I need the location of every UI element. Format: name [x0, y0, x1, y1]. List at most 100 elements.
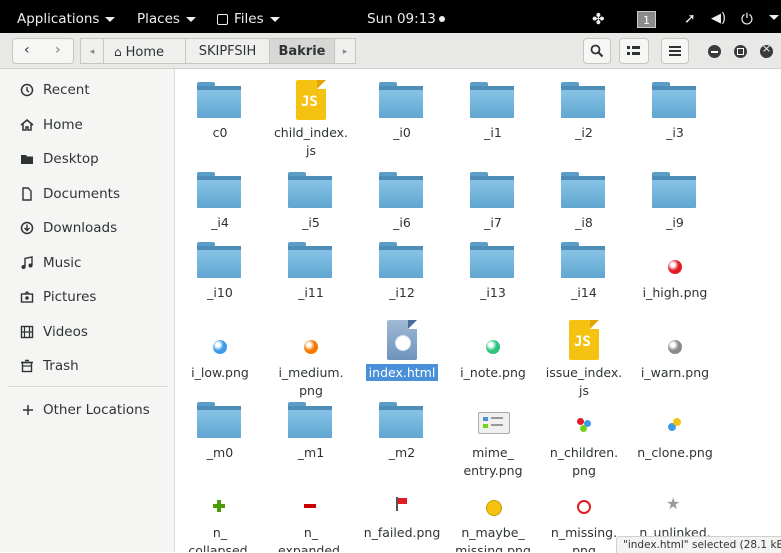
back-button[interactable]: ‹ — [24, 42, 30, 58]
sidebar-item-trash[interactable]: Trash — [0, 351, 175, 381]
folder-graphic — [379, 242, 423, 278]
view-toggle-button[interactable] — [619, 38, 649, 64]
file-name-text: i_high.png — [642, 285, 708, 300]
html-file-icon — [357, 314, 447, 362]
sidebar-item-label: Documents — [43, 186, 120, 202]
applications-label: Applications — [17, 11, 100, 27]
sidebar-item-desktop[interactable]: Desktop — [0, 144, 175, 174]
pictures-icon — [20, 291, 34, 303]
file-name-text: _i4 — [211, 215, 229, 230]
plus-icon — [175, 474, 265, 522]
sidebar-item-music[interactable]: Music — [0, 248, 175, 278]
folder-graphic — [379, 82, 423, 118]
sidebar-divider — [8, 386, 168, 387]
maybe-icon — [448, 474, 538, 522]
breadcrumb-bakrie[interactable]: Bakrie — [269, 38, 335, 64]
trash-icon — [21, 359, 33, 373]
sidebar-item-other-locations[interactable]: Other Locations — [0, 395, 175, 425]
search-button[interactable] — [583, 38, 611, 64]
breadcrumb-home[interactable]: ⌂ Home — [103, 38, 186, 64]
sidebar-item-pictures[interactable]: Pictures — [0, 282, 175, 312]
path-scroll-left-button[interactable]: ◂ — [80, 38, 104, 64]
image-icon — [630, 234, 720, 282]
power-icon[interactable]: ⏻ — [741, 0, 753, 33]
accessibility-icon[interactable]: ✤ — [592, 0, 605, 33]
file-name-text: _m2 — [388, 445, 416, 460]
folder-graphic — [561, 242, 605, 278]
folder-icon — [539, 164, 629, 212]
plus-icon — [23, 405, 33, 415]
image-graphic — [304, 504, 316, 508]
sidebar: Recent Home Desktop Documents Downloads … — [0, 69, 175, 552]
volume-icon[interactable]: ◀) — [711, 0, 726, 33]
clock[interactable]: Sun 09:13 — [367, 0, 445, 33]
desktop-icon — [21, 155, 33, 164]
image-graphic — [577, 500, 591, 514]
folder-graphic — [197, 242, 241, 278]
video-icon — [20, 325, 34, 339]
children-icon — [539, 394, 629, 442]
folder-graphic — [379, 402, 423, 438]
file-name-text: child_index. js — [273, 125, 349, 158]
sidebar-item-videos[interactable]: Videos — [0, 317, 175, 347]
file-name-label: n_failed.png — [357, 524, 447, 542]
folder-icon — [448, 74, 538, 122]
file-name-label: i_warn.png — [630, 364, 720, 382]
breadcrumb-skipfsih[interactable]: SKIPFSIH — [185, 38, 270, 64]
file-name-label: n_maybe_ missing.png — [448, 524, 538, 552]
path-scroll-right-button[interactable]: ▸ — [334, 38, 356, 64]
folder-graphic — [288, 242, 332, 278]
file-name-text: _i6 — [393, 215, 411, 230]
home-icon: ⌂ — [114, 45, 122, 59]
file-name-label: _i9 — [630, 214, 720, 232]
file-grid: c0 JS child_index. js _i0 _i1 _i2 _i3 _i4 _i5 _i6… — [175, 69, 781, 552]
file-name-label: _m0 — [175, 444, 265, 462]
minimize-button[interactable] — [708, 45, 721, 58]
file-name-label: _m1 — [266, 444, 356, 462]
places-menu[interactable]: Places — [137, 0, 196, 33]
chevron-down-icon — [269, 16, 280, 22]
sidebar-item-home[interactable]: Home — [0, 110, 175, 140]
breadcrumb-label: Bakrie — [278, 44, 326, 59]
file-name-text: c0 — [212, 125, 228, 140]
clock-label: Sun 09:13 — [367, 11, 436, 27]
chevron-down-icon — [105, 16, 116, 22]
file-name-label: _i11 — [266, 284, 356, 302]
file-name-label: _i5 — [266, 214, 356, 232]
sidebar-item-documents[interactable]: Documents — [0, 179, 175, 209]
file-name-text: _i7 — [484, 215, 502, 230]
sidebar-item-label: Desktop — [43, 151, 99, 167]
folder-icon — [539, 234, 629, 282]
file-name-text: _i9 — [666, 215, 684, 230]
folder-icon — [630, 74, 720, 122]
forward-button[interactable]: › — [55, 42, 61, 58]
folder-graphic — [561, 172, 605, 208]
folder-icon — [448, 164, 538, 212]
close-button[interactable]: × — [760, 42, 773, 58]
folder-icon — [539, 74, 629, 122]
javascript-file-icon: JS — [539, 314, 629, 362]
maximize-button[interactable] — [734, 45, 747, 58]
clock-icon — [20, 83, 34, 97]
folder-icon — [175, 74, 265, 122]
files-app-menu[interactable]: Files — [217, 0, 280, 33]
network-icon[interactable]: ➚ — [684, 0, 696, 33]
search-icon — [590, 44, 604, 58]
folder-icon — [630, 164, 720, 212]
sidebar-item-recent[interactable]: Recent — [0, 75, 175, 105]
folder-icon — [175, 164, 265, 212]
file-name-label: _i6 — [357, 214, 447, 232]
file-name-label: i_low.png — [175, 364, 265, 382]
workspace-indicator[interactable]: 1 — [637, 11, 656, 28]
applications-menu[interactable]: Applications — [17, 0, 116, 33]
sidebar-item-label: Other Locations — [43, 402, 150, 418]
file-name-text: _m0 — [206, 445, 234, 460]
image-icon — [266, 314, 356, 362]
menu-button[interactable] — [661, 38, 689, 64]
sidebar-item-downloads[interactable]: Downloads — [0, 213, 175, 243]
file-name-label: index.html — [357, 364, 447, 382]
javascript-file-icon: JS — [266, 74, 356, 122]
document-icon — [22, 187, 32, 201]
flag-icon — [357, 474, 447, 522]
chevron-down-icon[interactable] — [769, 15, 779, 20]
